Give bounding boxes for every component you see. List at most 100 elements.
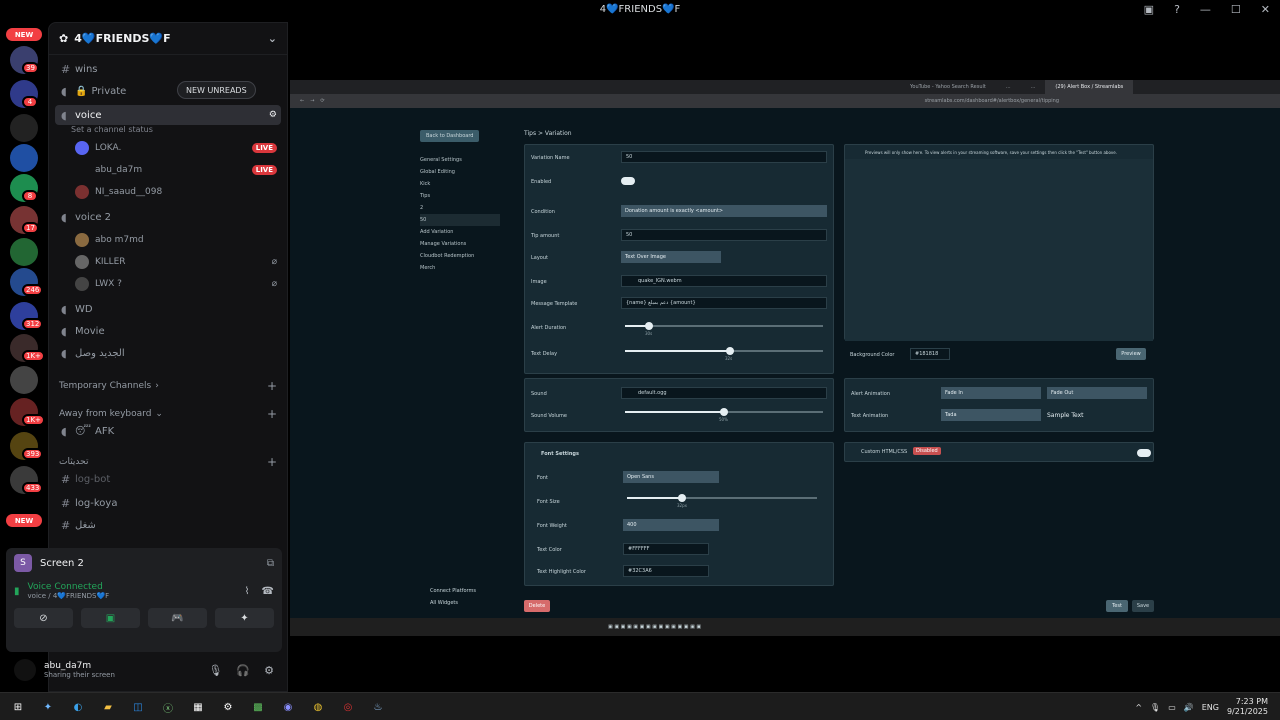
text-delay-slider[interactable]	[625, 347, 823, 355]
enabled-toggle[interactable]	[621, 177, 635, 185]
sound-input[interactable]: default.ogg	[621, 387, 827, 399]
text-anim-select[interactable]: Tada	[941, 409, 1041, 421]
nav-item[interactable]: 50	[420, 214, 500, 226]
chrome-icon[interactable]: ◍	[308, 697, 328, 717]
xbox-icon[interactable]: ⓧ	[158, 697, 178, 717]
screen-share-row[interactable]: S Screen 2 ⧉	[6, 548, 282, 578]
forward-icon[interactable]: →	[310, 98, 314, 104]
browser-tab[interactable]: ...	[1021, 80, 1046, 94]
minecraft-icon[interactable]: ▩	[248, 697, 268, 717]
channel-voice2[interactable]: ◖ voice 2	[55, 207, 281, 227]
voice-user[interactable]: LWX ? ⌀	[75, 275, 277, 293]
channel-arabic[interactable]: ◖ الجديد وصل	[55, 343, 281, 363]
slider-knob[interactable]	[720, 408, 728, 416]
soundboard-button[interactable]: ✦	[215, 608, 274, 628]
avatar[interactable]	[14, 659, 36, 681]
nav-item[interactable]: Manage Variations	[420, 238, 500, 250]
copilot-icon[interactable]: ✦	[38, 697, 58, 717]
slider-knob[interactable]	[678, 494, 687, 502]
voice-user[interactable]: LOKA. LIVE	[75, 139, 277, 157]
bg-color-input[interactable]: #181818	[910, 348, 950, 360]
channel-voice[interactable]: ◖ voice ⚙	[55, 105, 281, 125]
nav-item[interactable]: Cloudbot Redemption	[420, 250, 500, 262]
voice-user[interactable]: abo m7md	[75, 231, 277, 249]
category-temporary[interactable]: Temporary Channels › +	[59, 379, 277, 393]
settings-icon[interactable]: ⚙	[269, 110, 277, 120]
add-channel-icon[interactable]: +	[267, 379, 277, 393]
mic-icon[interactable]: 🎙	[1150, 703, 1160, 712]
headphones-icon[interactable]: 🎧	[236, 664, 250, 677]
server-icon[interactable]	[10, 366, 38, 394]
minimize-button[interactable]: —	[1200, 3, 1211, 16]
save-button[interactable]: Save	[1132, 600, 1154, 612]
channel-wins[interactable]: # wins	[55, 59, 281, 79]
all-widgets-link[interactable]: All Widgets	[430, 600, 458, 606]
channel-status[interactable]: Set a channel status	[71, 125, 153, 134]
add-channel-icon[interactable]: +	[267, 407, 277, 421]
clock[interactable]: 7:23 PM 9/21/2025	[1227, 697, 1268, 717]
font-weight-select[interactable]: 400	[623, 519, 719, 531]
category-arabic[interactable]: تحديثات +	[59, 455, 277, 469]
outlook-icon[interactable]: ◫	[128, 697, 148, 717]
server-icon[interactable]	[10, 144, 38, 172]
mic-icon[interactable]: 🎙	[208, 664, 222, 677]
file-explorer-icon[interactable]: ▰	[98, 697, 118, 717]
connect-platforms-link[interactable]: Connect Platforms	[430, 588, 476, 594]
slider-knob[interactable]	[644, 322, 653, 330]
channel-movie[interactable]: ◖ Movie	[55, 321, 281, 341]
voice-connected-sub[interactable]: voice / 4💙FRIENDS💙F	[28, 592, 110, 600]
inbox-icon[interactable]: ▣	[1144, 3, 1154, 16]
activity-button[interactable]: 🎮	[148, 608, 207, 628]
server-icon[interactable]	[10, 114, 38, 142]
help-icon[interactable]: ?	[1174, 3, 1180, 16]
channel-private[interactable]: ◖ 🔒 Private	[55, 81, 281, 101]
server-icon[interactable]	[10, 238, 38, 266]
channel-log-bot[interactable]: # log-bot	[55, 469, 281, 489]
edge-icon[interactable]: ◐	[68, 697, 88, 717]
disconnect-icon[interactable]: ☎	[262, 586, 274, 597]
back-icon[interactable]: ←	[300, 98, 304, 104]
preview-button[interactable]: Preview	[1116, 348, 1146, 360]
windows-start-icon[interactable]: ⊞	[8, 697, 28, 717]
browser-tab[interactable]: ...	[996, 80, 1021, 94]
layout-select[interactable]: Text Over Image	[621, 251, 721, 263]
chevron-up-icon[interactable]: ^	[1135, 703, 1142, 712]
browser-tab[interactable]: YouTube - Yahoo Search Result	[900, 80, 996, 94]
nav-item[interactable]: Global Editing	[420, 166, 500, 178]
browser-tab[interactable]: (29) Alert Box / Streamlabs	[1045, 80, 1134, 94]
message-template-input[interactable]: {name} دعم بمبلغ {amount}	[621, 297, 827, 309]
channel-arabic2[interactable]: # شغل	[55, 515, 281, 535]
add-channel-icon[interactable]: +	[267, 455, 277, 469]
text-color-input[interactable]: #FFFFFF	[623, 543, 709, 555]
font-select[interactable]: Open Sans	[623, 471, 719, 483]
variation-name-input[interactable]: 50	[621, 151, 827, 163]
nav-item[interactable]: Add Variation	[420, 226, 500, 238]
custom-html-toggle[interactable]	[1137, 449, 1151, 457]
nav-item[interactable]: Kick	[420, 178, 500, 190]
screen-share-button[interactable]: ▣	[81, 608, 140, 628]
new-badge[interactable]: NEW	[6, 28, 42, 41]
steam-icon[interactable]: ♨	[368, 697, 388, 717]
popout-icon[interactable]: ⧉	[267, 558, 274, 569]
volume-icon[interactable]: 🔊	[1184, 703, 1194, 712]
channel-wd[interactable]: ◖ WD	[55, 299, 281, 319]
channel-log-koya[interactable]: # log-koya	[55, 493, 281, 513]
voice-user[interactable]: NI_saaud__098	[75, 183, 277, 201]
slider-knob[interactable]	[725, 347, 734, 355]
voice-user[interactable]: KILLER ⌀	[75, 253, 277, 271]
voice-user[interactable]: abu_da7m LIVE	[75, 161, 277, 179]
store-icon[interactable]: ▦	[188, 697, 208, 717]
back-to-dashboard-button[interactable]: Back to Dashboard	[420, 130, 480, 142]
nav-item[interactable]: 2	[420, 202, 500, 214]
highlight-color-input[interactable]: #32C3A6	[623, 565, 709, 577]
gear-icon[interactable]: ⚙	[264, 664, 274, 677]
category-afk[interactable]: Away from keyboard ⌄ +	[59, 407, 277, 421]
maximize-button[interactable]: ☐	[1231, 3, 1241, 16]
anim-out-select[interactable]: Fade Out	[1047, 387, 1147, 399]
font-size-slider[interactable]	[627, 494, 817, 502]
network-icon[interactable]: ▭	[1168, 703, 1176, 712]
close-button[interactable]: ✕	[1261, 3, 1270, 16]
signal-icon[interactable]: ▮	[14, 586, 20, 597]
anim-in-select[interactable]: Fade In	[941, 387, 1041, 399]
image-input[interactable]: quake_IGN.webm	[621, 275, 827, 287]
